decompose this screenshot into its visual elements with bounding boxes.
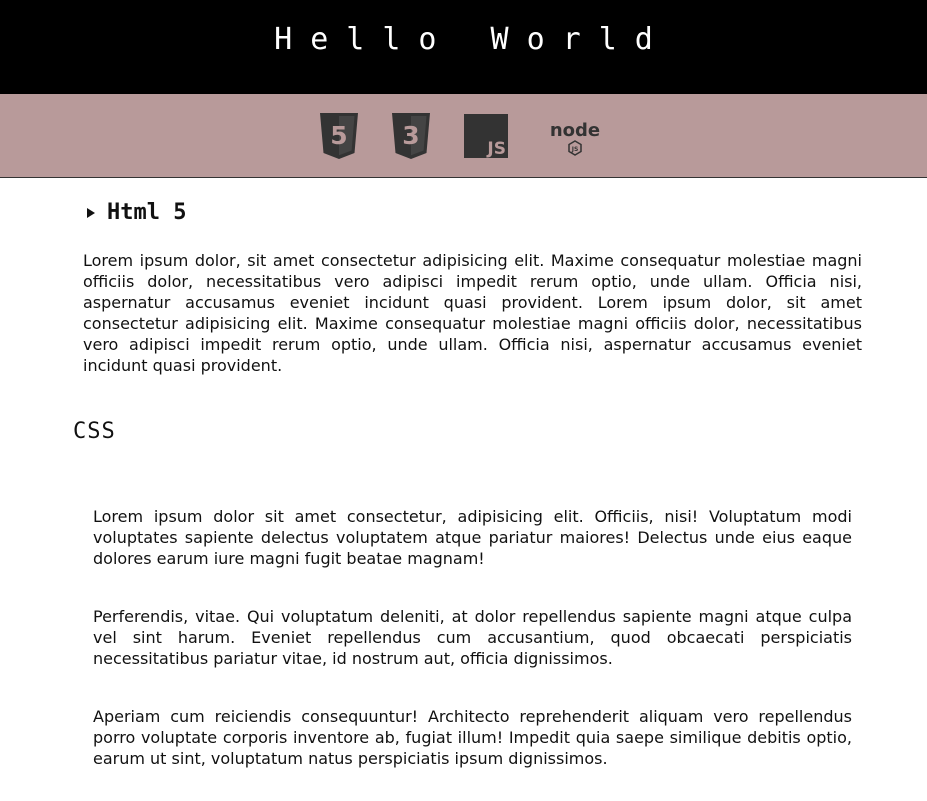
- css-paragraph-2: Perferendis, vitae. Qui voluptatum delen…: [93, 607, 852, 668]
- main-content: Html 5 Lorem ipsum dolor, sit amet conse…: [0, 178, 927, 769]
- js-logo-glyph: JS: [486, 139, 506, 158]
- css3-logo-glyph: 3: [402, 121, 419, 150]
- nodejs-icon[interactable]: node JS: [542, 114, 608, 158]
- nodejs-logo-wordmark: node: [549, 120, 599, 141]
- html-section: Html 5 Lorem ipsum dolor, sit amet conse…: [83, 200, 862, 376]
- css-paragraph-3: Aperiam cum reiciendis consequuntur! Arc…: [93, 707, 852, 768]
- js-icon[interactable]: JS: [463, 113, 508, 158]
- css-paragraphs: Lorem ipsum dolor sit amet consectetur, …: [93, 506, 852, 769]
- html5-logo-glyph: 5: [330, 121, 347, 150]
- html-heading: Html 5: [107, 200, 187, 225]
- css-section: CSS Lorem ipsum dolor sit amet consectet…: [73, 419, 862, 769]
- disclosure-triangle-icon[interactable]: [87, 207, 95, 218]
- css3-icon[interactable]: 3: [391, 112, 430, 159]
- html5-icon[interactable]: 5: [319, 112, 358, 159]
- html-paragraph: Lorem ipsum dolor, sit amet consectetur …: [83, 251, 862, 375]
- css-paragraph-1: Lorem ipsum dolor sit amet consectetur, …: [93, 507, 852, 568]
- site-header: Hello World: [0, 0, 927, 94]
- site-title: Hello World: [274, 21, 671, 57]
- tech-logo-bar: 5 3 JS node JS: [0, 94, 927, 178]
- css-heading: CSS: [73, 419, 116, 444]
- html-heading-toggle[interactable]: Html 5: [87, 200, 862, 225]
- svg-text:JS: JS: [570, 146, 578, 153]
